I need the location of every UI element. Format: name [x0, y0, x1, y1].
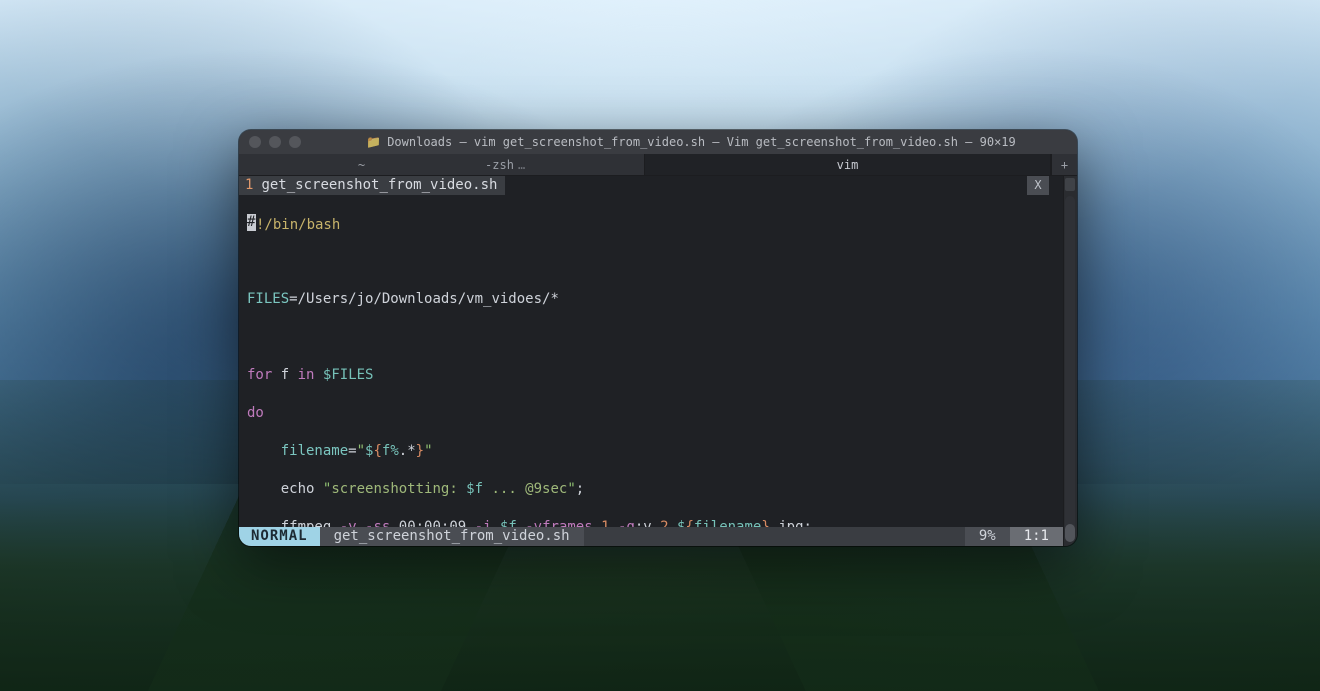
scrollbar-track[interactable]	[1065, 196, 1075, 542]
token-cmd: echo	[281, 481, 315, 497]
traffic-lights	[249, 136, 301, 148]
terminal-tabbar: ~ -zsh … vim +	[239, 154, 1077, 176]
code-line: do	[247, 404, 1041, 423]
tab-home-glyph: ~	[358, 158, 365, 172]
token-param: f%	[382, 443, 399, 459]
token-str: screenshotting:	[331, 481, 466, 497]
token-op: ;	[576, 481, 584, 497]
vim-status-percent: 9%	[965, 527, 1010, 546]
token-str: ... @9sec	[483, 481, 567, 497]
code-line	[247, 328, 1041, 347]
token-op: =	[289, 291, 297, 307]
plus-icon: +	[1061, 158, 1068, 172]
indent	[247, 443, 281, 459]
tab-vim[interactable]: vim	[645, 154, 1051, 175]
window-title: 📁 Downloads — vim get_screenshot_from_vi…	[315, 135, 1067, 149]
scrollbar-thumb[interactable]	[1065, 524, 1075, 542]
vim-statusline: NORMAL get_screenshot_from_video.sh 9% 1…	[239, 527, 1063, 546]
terminal-body: 1 get_screenshot_from_video.sh X !/bin/b…	[239, 176, 1077, 546]
token-kw: in	[298, 367, 315, 383]
token-var-ref: $f	[466, 481, 483, 497]
close-icon: X	[1034, 176, 1041, 195]
minimize-window-button[interactable]	[269, 136, 281, 148]
terminal-window: 📁 Downloads — vim get_screenshot_from_vi…	[239, 130, 1077, 546]
scrollbar-gutter	[1063, 176, 1077, 546]
token-quote: "	[357, 443, 365, 459]
vim-mode: NORMAL	[239, 527, 320, 546]
tab-vim-label: vim	[837, 158, 859, 172]
new-tab-button[interactable]: +	[1051, 154, 1077, 175]
code-line: !/bin/bash	[247, 214, 1041, 233]
buffer-name: get_screenshot_from_video.sh	[261, 176, 497, 195]
shebang: !/bin/bash	[256, 217, 340, 233]
token-var-ref: $FILES	[323, 367, 374, 383]
vim-editor[interactable]: 1 get_screenshot_from_video.sh X !/bin/b…	[239, 176, 1063, 546]
token-path: /Users/jo/Downloads/vm_vidoes/*	[298, 291, 559, 307]
zoom-window-button[interactable]	[289, 136, 301, 148]
token-quote: "	[567, 481, 575, 497]
code-line: FILES=/Users/jo/Downloads/vm_vidoes/*	[247, 290, 1041, 309]
vim-cursor	[247, 214, 256, 231]
tab-zsh-label: -zsh	[485, 158, 514, 172]
tab-zsh[interactable]: ~ -zsh …	[239, 154, 645, 175]
buffer-close-button[interactable]: X	[1027, 176, 1049, 195]
vim-status-file: get_screenshot_from_video.sh	[320, 527, 584, 546]
code-line: for f in $FILES	[247, 366, 1041, 385]
code-line: filename="${f%.*}"	[247, 442, 1041, 461]
token-kw: do	[247, 405, 264, 421]
token-op: =	[348, 443, 356, 459]
code-line: echo "screenshotting: $f ... @9sec";	[247, 480, 1041, 499]
token-var: FILES	[247, 291, 289, 307]
window-titlebar[interactable]: 📁 Downloads — vim get_screenshot_from_vi…	[239, 130, 1077, 154]
token-brace: }	[416, 443, 424, 459]
window-corner-icon	[1065, 178, 1075, 191]
vim-status-position: 1:1	[1010, 527, 1063, 546]
statusline-spacer	[584, 527, 965, 546]
tab-zsh-ellipsis: …	[518, 158, 525, 172]
token-brace: {	[373, 443, 381, 459]
token-var: filename	[281, 443, 348, 459]
vim-buffer-tab[interactable]: 1 get_screenshot_from_video.sh	[239, 176, 505, 195]
token-id: f	[281, 367, 289, 383]
vim-buffer-bar: 1 get_screenshot_from_video.sh X	[239, 176, 1049, 195]
folder-icon: 📁	[366, 135, 381, 149]
code-line	[247, 252, 1041, 271]
window-title-text: Downloads — vim get_screenshot_from_vide…	[387, 135, 1016, 149]
buffer-index: 1	[245, 176, 253, 195]
indent	[247, 481, 281, 497]
token-kw: for	[247, 367, 272, 383]
code-area[interactable]: !/bin/bash FILES=/Users/jo/Downloads/vm_…	[239, 195, 1049, 527]
close-window-button[interactable]	[249, 136, 261, 148]
token-quote: "	[424, 443, 432, 459]
token-glob: .*	[399, 443, 416, 459]
